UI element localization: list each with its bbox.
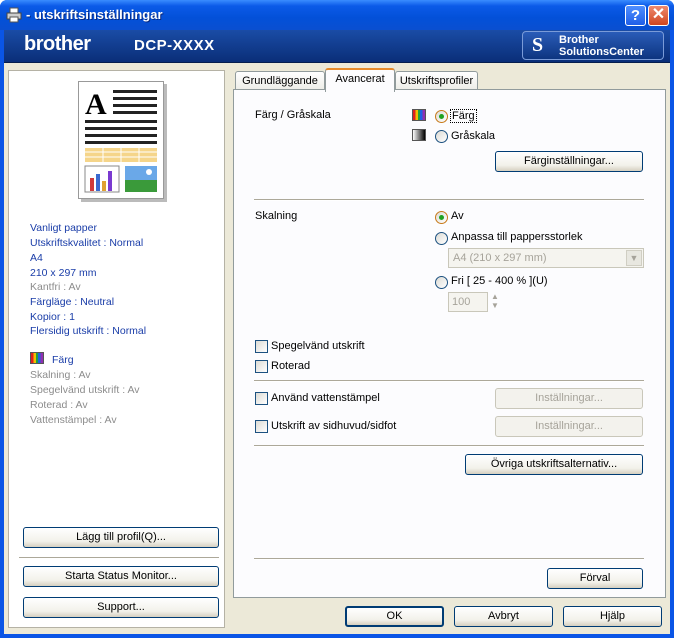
page-preview: A xyxy=(78,81,164,199)
solutions-center-icon: S xyxy=(532,34,544,56)
summary-watermark: Vattenstämpel : Av xyxy=(30,414,117,426)
cancel-button[interactable]: Avbryt xyxy=(454,606,553,627)
tab-profiles[interactable]: Utskriftsprofiler xyxy=(395,71,478,91)
summary-size: A4 xyxy=(30,252,43,264)
scaling-off-radio[interactable] xyxy=(435,211,448,224)
summary-color-mode: Färgläge : Neutral xyxy=(30,296,115,308)
scaling-off-label[interactable]: Av xyxy=(451,210,464,222)
summary-multipage: Flersidig utskrift : Normal xyxy=(30,325,147,337)
summary-quality: Utskriftskvalitet : Normal xyxy=(30,237,144,249)
grayscale-icon xyxy=(412,129,426,141)
watermark-label[interactable]: Använd vattenstämpel xyxy=(271,392,380,404)
printer-icon xyxy=(6,7,22,23)
add-profile-button[interactable]: Lägg till profil(Q)... xyxy=(23,527,219,548)
rotated-checkbox[interactable] xyxy=(255,360,268,373)
printer-preferences-window: - utskriftsinställningar ? ✕ brother DCP… xyxy=(0,0,674,638)
help-title-button[interactable]: ? xyxy=(625,5,646,26)
solutions-center-line2: SolutionsCenter xyxy=(559,46,644,58)
model-name: DCP-XXXX xyxy=(134,37,215,54)
color-icon xyxy=(30,352,44,364)
scaling-percent-input[interactable]: 100 xyxy=(448,292,488,312)
paper-size-select[interactable]: A4 (210 x 297 mm) ▼ xyxy=(448,248,644,268)
settings-summary-panel: A Vanligt papper Utskriftskvalitet: Nor… xyxy=(8,70,225,628)
header-footer-label[interactable]: Utskrift av sidhuvud/sidfot xyxy=(271,420,396,432)
color-divider xyxy=(254,199,644,201)
tab-advanced[interactable]: Avancerat xyxy=(325,68,395,92)
header-footer-checkbox[interactable] xyxy=(255,420,268,433)
status-monitor-button[interactable]: Starta Status Monitor... xyxy=(23,566,219,587)
ok-button[interactable]: OK xyxy=(345,606,444,627)
summary-mirror: Spegelvänd utskrift : Av xyxy=(30,384,140,396)
watermark-settings-button[interactable]: Inställningar... xyxy=(495,388,643,409)
grayscale-radio[interactable] xyxy=(435,130,448,143)
mirror-label[interactable]: Spegelvänd utskrift xyxy=(271,340,365,352)
close-button[interactable]: ✕ xyxy=(648,5,669,26)
rotated-label[interactable]: Roterad xyxy=(271,360,310,372)
summary-rotated: Roterad : Av xyxy=(30,399,88,411)
support-button[interactable]: Support... xyxy=(23,597,219,618)
mirror-checkbox[interactable] xyxy=(255,340,268,353)
watermark-checkbox[interactable] xyxy=(255,392,268,405)
color-mode-icon xyxy=(412,109,426,121)
options-divider xyxy=(254,445,644,447)
paper-size-value: A4 (210 x 297 mm) xyxy=(453,252,547,264)
help-button[interactable]: Hjälp xyxy=(563,606,662,627)
checkbox-divider xyxy=(254,380,644,382)
grayscale-option-label[interactable]: Gråskala xyxy=(451,130,495,142)
summary-copies: Kopior : 1 xyxy=(30,311,75,323)
spinner-arrows-icon[interactable]: ▲ ▼ xyxy=(491,292,499,310)
default-button[interactable]: Förval xyxy=(547,568,643,589)
chevron-down-icon[interactable]: ▼ xyxy=(626,250,642,266)
scaling-free-label[interactable]: Fri [ 25 - 400 % ](U) xyxy=(451,275,548,287)
color-radio[interactable] xyxy=(435,110,448,123)
solutions-center-button[interactable]: S Brother SolutionsCenter xyxy=(522,31,664,60)
brand-banner: brother DCP-XXXX S Brother SolutionsCent… xyxy=(4,30,670,63)
summary-scaling: Skalning : Av xyxy=(30,369,91,381)
left-divider xyxy=(19,557,219,559)
header-footer-settings-button[interactable]: Inställningar... xyxy=(495,416,643,437)
color-grayscale-label: Färg / Gråskala xyxy=(255,109,331,121)
summary-dimensions: 210 x 297 mm xyxy=(30,267,97,279)
svg-text:A: A xyxy=(85,88,107,121)
page-preview-image: A xyxy=(84,88,157,193)
brother-logo: brother xyxy=(24,33,91,55)
bottom-divider xyxy=(254,558,644,560)
dialog-body: brother DCP-XXXX S Brother SolutionsCent… xyxy=(4,30,670,634)
scaling-fit-radio[interactable] xyxy=(435,232,448,245)
summary-borderless: Kantfri : Av xyxy=(30,281,81,293)
title-bar[interactable]: - utskriftsinställningar ? ✕ xyxy=(0,0,674,30)
window-title: - utskriftsinställningar xyxy=(26,7,163,22)
other-print-options-button[interactable]: Övriga utskriftsalternativ... xyxy=(465,454,643,475)
advanced-tab-panel: Färg / Gråskala Färg Gråskala Färginstäl… xyxy=(233,89,666,598)
scaling-free-radio[interactable] xyxy=(435,276,448,289)
scaling-fit-label[interactable]: Anpassa till pappersstorlek xyxy=(451,231,582,243)
tab-basic[interactable]: Grundläggande xyxy=(235,71,325,91)
scaling-label: Skalning xyxy=(255,210,298,222)
color-option-label[interactable]: Färg xyxy=(450,109,477,123)
color-settings-button[interactable]: Färginställningar... xyxy=(495,151,643,172)
solutions-center-line1: Brother xyxy=(559,34,599,46)
summary-color: Färg xyxy=(52,354,74,366)
summary-paper: Vanligt papper xyxy=(30,222,97,234)
